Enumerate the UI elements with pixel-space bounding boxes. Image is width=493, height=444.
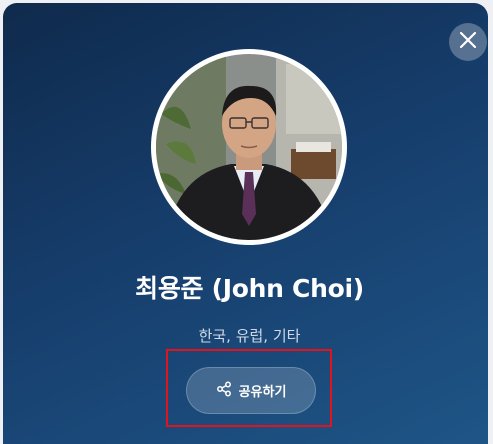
avatar-frame bbox=[151, 49, 347, 245]
avatar bbox=[156, 54, 342, 240]
modal-backdrop: 최용준 (John Choi) 한국, 유럽, 기타 공유하기 bbox=[0, 0, 493, 444]
profile-name: 최용준 (John Choi) bbox=[135, 274, 364, 303]
highlight-annotation bbox=[166, 349, 332, 427]
close-icon bbox=[458, 30, 478, 54]
close-button[interactable] bbox=[449, 23, 487, 61]
profile-card: 최용준 (John Choi) 한국, 유럽, 기타 공유하기 bbox=[3, 3, 488, 444]
profile-tags: 한국, 유럽, 기타 bbox=[198, 327, 301, 345]
